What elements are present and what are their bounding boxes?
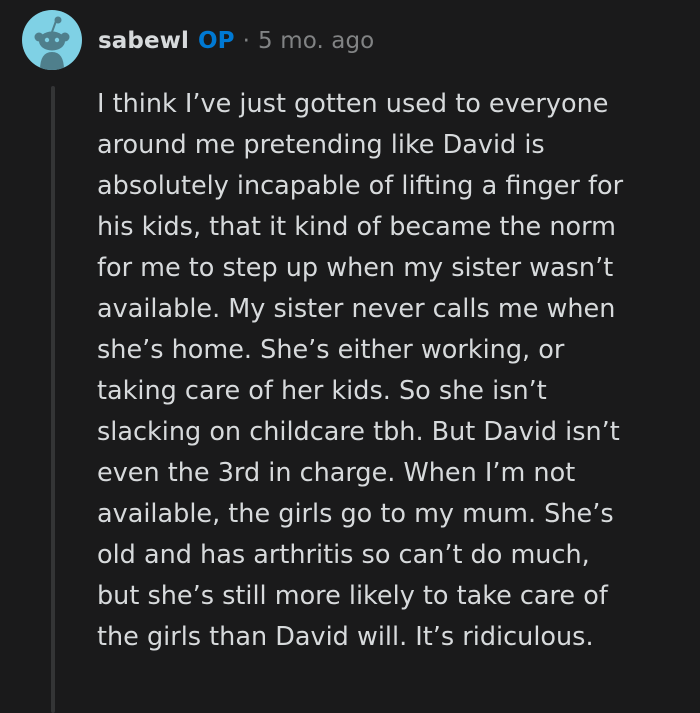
meta-separator: · <box>242 28 251 54</box>
reddit-snoo-icon <box>34 16 70 70</box>
op-badge: OP <box>198 28 235 54</box>
comment-body-line: absolutely incapable of lifting a finger… <box>97 171 624 201</box>
comment-body-line: even the 3rd in charge. When I’m not <box>97 458 576 488</box>
comment-body-line: taking care of her kids. So she isn’t <box>97 376 547 406</box>
comment-body-line: I think I’ve just gotten used to everyon… <box>97 89 609 119</box>
comment-body-line: available. My sister never calls me when <box>97 294 616 324</box>
comment-body-line: available, the girls go to my mum. She’s <box>97 499 614 529</box>
comment-body: I think I’ve just gotten used to everyon… <box>97 84 687 658</box>
username-link[interactable]: sabewl <box>98 28 189 54</box>
comment-body-line: but she’s still more likely to take care… <box>97 581 608 611</box>
comment-body-line: the girls than David will. It’s ridiculo… <box>97 622 594 652</box>
comment-body-line: for me to step up when my sister wasn’t <box>97 253 614 283</box>
comment-body-line: old and has arthritis so can’t do much, <box>97 540 590 570</box>
comment-body-line: his kids, that it kind of became the nor… <box>97 212 616 242</box>
thread-collapse-line[interactable] <box>51 86 55 713</box>
comment: sabewl OP · 5 mo. ago I think I’ve just … <box>0 0 700 713</box>
comment-header: sabewl OP · 5 mo. ago <box>98 24 374 58</box>
comment-body-line: around me pretending like David is <box>97 130 545 160</box>
comment-body-line: she’s home. She’s either working, or <box>97 335 565 365</box>
comment-body-line: slacking on childcare tbh. But David isn… <box>97 417 620 447</box>
avatar[interactable] <box>22 10 82 70</box>
timestamp-link[interactable]: 5 mo. ago <box>258 28 374 54</box>
